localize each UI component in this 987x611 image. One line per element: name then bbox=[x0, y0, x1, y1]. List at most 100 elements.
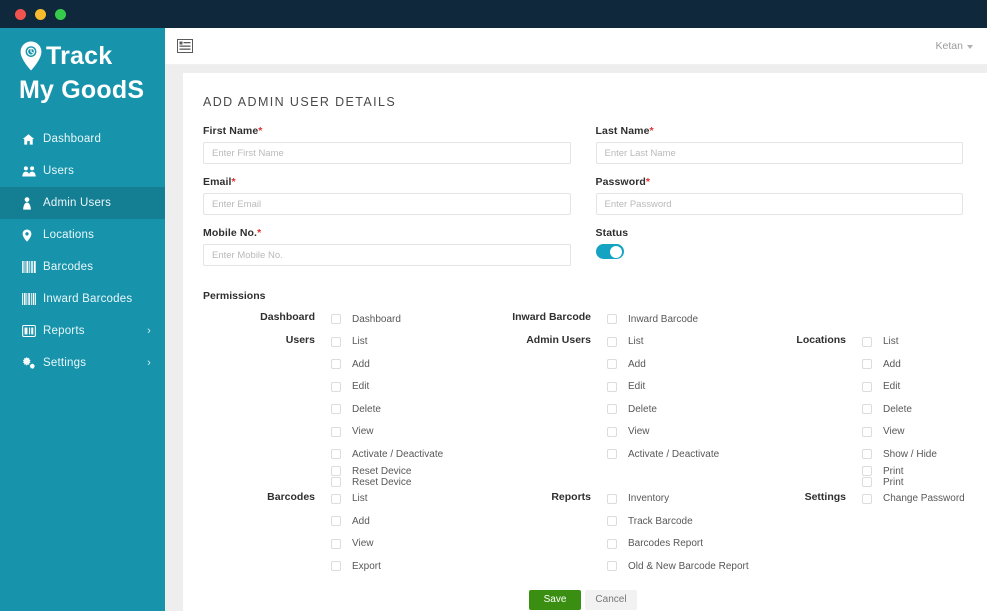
permission-item-label: Add bbox=[352, 358, 370, 370]
permission-item[interactable]: List bbox=[607, 331, 752, 354]
sidebar-item-barcodes[interactable]: Barcodes bbox=[0, 251, 165, 283]
permission-item[interactable]: Edit bbox=[331, 376, 479, 399]
user-menu[interactable]: Ketan bbox=[936, 40, 973, 52]
checkbox-icon[interactable] bbox=[862, 466, 872, 476]
permission-group-label: Admin Users bbox=[526, 333, 591, 346]
checkbox-icon[interactable] bbox=[331, 516, 341, 527]
checkbox-icon[interactable] bbox=[862, 426, 872, 437]
checkbox-icon[interactable] bbox=[607, 314, 617, 325]
permission-item[interactable]: Export bbox=[331, 555, 479, 578]
checkbox-icon[interactable] bbox=[862, 359, 872, 370]
permission-item[interactable]: List bbox=[331, 331, 479, 354]
checkbox-icon[interactable] bbox=[607, 381, 617, 392]
mobile-input[interactable] bbox=[203, 244, 571, 266]
permission-item[interactable]: Add bbox=[331, 510, 479, 533]
checkbox-icon[interactable] bbox=[331, 466, 341, 476]
checkbox-icon[interactable] bbox=[862, 449, 872, 460]
permission-group: Dashboard Dashboard bbox=[203, 308, 479, 331]
permission-item[interactable]: Show / Hide bbox=[862, 443, 987, 466]
field-email: Email* bbox=[203, 176, 571, 215]
permission-item[interactable]: Add bbox=[331, 353, 479, 376]
mobile-label-text: Mobile No. bbox=[203, 227, 258, 239]
permission-item[interactable]: Dashboard bbox=[331, 308, 479, 331]
permission-item[interactable]: Activate / Deactivate bbox=[331, 443, 479, 466]
cancel-button[interactable]: Cancel bbox=[585, 589, 637, 610]
first-name-input[interactable] bbox=[203, 142, 571, 164]
checkbox-icon[interactable] bbox=[331, 561, 341, 572]
last-name-input[interactable] bbox=[595, 142, 963, 164]
checkbox-icon[interactable] bbox=[607, 336, 617, 347]
checkbox-icon[interactable] bbox=[331, 493, 341, 504]
sidebar-item-reports[interactable]: Reports › bbox=[0, 315, 165, 347]
permission-item[interactable]: Activate / Deactivate bbox=[607, 443, 752, 466]
permission-item[interactable]: Print bbox=[862, 477, 987, 488]
checkbox-icon[interactable] bbox=[862, 381, 872, 392]
checkbox-icon[interactable] bbox=[331, 359, 341, 370]
checkbox-icon[interactable] bbox=[607, 359, 617, 370]
checkbox-icon[interactable] bbox=[862, 493, 872, 504]
checkbox-icon[interactable] bbox=[331, 426, 341, 437]
sidebar-item-dashboard[interactable]: Dashboard bbox=[0, 123, 165, 155]
permission-item[interactable]: List bbox=[331, 488, 479, 511]
permission-item[interactable]: Reset Device bbox=[331, 477, 479, 488]
save-button[interactable]: Save bbox=[529, 589, 581, 610]
permission-item[interactable]: Inventory bbox=[607, 488, 752, 511]
email-label: Email* bbox=[203, 176, 571, 188]
permission-item[interactable]: Delete bbox=[862, 398, 987, 421]
minimize-window-button[interactable] bbox=[35, 9, 46, 20]
checkbox-icon[interactable] bbox=[331, 314, 341, 325]
checkbox-icon[interactable] bbox=[331, 477, 341, 487]
checkbox-icon[interactable] bbox=[862, 404, 872, 415]
checkbox-icon[interactable] bbox=[607, 538, 617, 549]
sidebar-item-locations[interactable]: Locations bbox=[0, 219, 165, 251]
hamburger-icon[interactable] bbox=[177, 39, 193, 53]
sidebar-item-admin-users[interactable]: Admin Users bbox=[0, 187, 165, 219]
checkbox-icon[interactable] bbox=[862, 477, 872, 487]
permission-item[interactable]: View bbox=[331, 533, 479, 556]
sidebar-item-users[interactable]: Users bbox=[0, 155, 165, 187]
permission-item[interactable]: Edit bbox=[862, 376, 987, 399]
permission-item[interactable]: List bbox=[862, 331, 987, 354]
permission-item[interactable]: Add bbox=[862, 353, 987, 376]
status-toggle[interactable] bbox=[595, 244, 624, 259]
permission-item[interactable]: View bbox=[862, 421, 987, 444]
checkbox-icon[interactable] bbox=[862, 336, 872, 347]
permission-item[interactable]: Track Barcode bbox=[607, 510, 752, 533]
permission-item[interactable]: Delete bbox=[331, 398, 479, 421]
close-window-button[interactable] bbox=[15, 9, 26, 20]
permission-item[interactable]: Change Password bbox=[862, 488, 987, 511]
permission-item[interactable]: Add bbox=[607, 353, 752, 376]
checkbox-icon[interactable] bbox=[331, 538, 341, 549]
checkbox-icon[interactable] bbox=[607, 426, 617, 437]
permission-item[interactable]: Reset Device bbox=[331, 466, 479, 477]
checkbox-icon[interactable] bbox=[607, 493, 617, 504]
sidebar-item-settings[interactable]: Settings › bbox=[0, 347, 165, 379]
permission-item[interactable]: Old & New Barcode Report bbox=[607, 555, 752, 578]
permission-item[interactable]: Print bbox=[862, 466, 987, 477]
checkbox-icon[interactable] bbox=[331, 449, 341, 460]
permission-item[interactable]: View bbox=[331, 421, 479, 444]
permission-item-label: Reset Device bbox=[352, 476, 412, 488]
permission-group-label: Reports bbox=[551, 490, 591, 503]
permission-item[interactable]: Inward Barcode bbox=[607, 308, 752, 331]
chevron-down-icon bbox=[967, 44, 973, 49]
permission-item-label: Edit bbox=[628, 381, 646, 393]
checkbox-icon[interactable] bbox=[607, 516, 617, 527]
checkbox-icon[interactable] bbox=[607, 404, 617, 415]
password-input[interactable] bbox=[595, 193, 963, 215]
checkbox-icon[interactable] bbox=[607, 449, 617, 460]
checkbox-icon[interactable] bbox=[331, 336, 341, 347]
checkbox-icon[interactable] bbox=[331, 404, 341, 415]
brand-logo[interactable]: Track My GoodS bbox=[0, 28, 165, 117]
permission-item[interactable]: View bbox=[607, 421, 752, 444]
permission-item-label: Inventory bbox=[628, 493, 670, 505]
checkbox-icon[interactable] bbox=[607, 561, 617, 572]
sidebar-item-inward-barcodes[interactable]: Inward Barcodes bbox=[0, 283, 165, 315]
email-input[interactable] bbox=[203, 193, 571, 215]
permission-item[interactable]: Edit bbox=[607, 376, 752, 399]
permission-item[interactable]: Delete bbox=[607, 398, 752, 421]
checkbox-icon[interactable] bbox=[331, 381, 341, 392]
maximize-window-button[interactable] bbox=[55, 9, 66, 20]
permission-item[interactable]: Barcodes Report bbox=[607, 533, 752, 556]
form-row-mobile-status: Mobile No.* Status bbox=[203, 227, 963, 278]
